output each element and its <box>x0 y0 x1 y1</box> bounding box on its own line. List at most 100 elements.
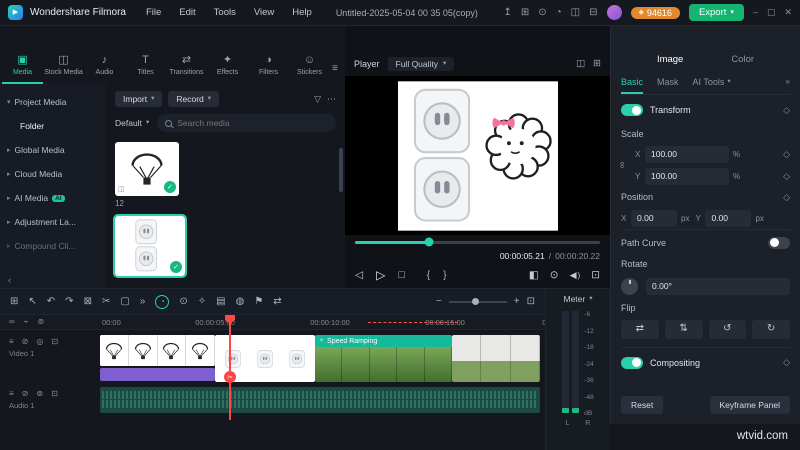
media-scrollbar[interactable] <box>339 148 343 192</box>
visibility-icon[interactable]: ◎ <box>36 338 43 346</box>
store-icon[interactable]: ⊞ <box>521 7 529 18</box>
rotate-input[interactable]: 0.00° <box>646 277 790 295</box>
scale-y-keyframe-icon[interactable]: ◇ <box>783 171 790 181</box>
compositing-toggle[interactable] <box>621 356 643 369</box>
clip-speed-ramping[interactable]: ✧ Speed Ramping <box>315 335 452 382</box>
reset-button[interactable]: Reset <box>621 396 664 414</box>
audio-clip[interactable] <box>100 387 540 413</box>
path-curve-toggle[interactable] <box>768 236 790 249</box>
compositing-keyframe-icon[interactable]: ◇ <box>783 358 790 367</box>
lock-track-icon[interactable]: ⊡ <box>51 390 58 398</box>
maximize-icon[interactable]: ▢ <box>767 8 776 17</box>
scale-x-input[interactable]: 100.00 <box>645 145 729 163</box>
zoom-out-icon[interactable]: − <box>436 296 442 307</box>
panel-overflow-icon[interactable]: » <box>786 78 790 86</box>
layout-grid-icon[interactable]: ⊞ <box>10 296 18 307</box>
delete-icon[interactable]: ⊠ <box>84 296 92 307</box>
zoom-in-icon[interactable]: + <box>514 296 520 307</box>
tab-image[interactable]: Image <box>657 54 683 65</box>
search-input[interactable] <box>177 118 328 128</box>
voiceover-icon[interactable]: ◍ <box>236 296 245 307</box>
tab-stickers[interactable]: ☺ Stickers <box>289 55 330 84</box>
seek-handle[interactable] <box>424 237 433 247</box>
subtab-basic[interactable]: Basic <box>621 70 643 94</box>
clip-color-overlay[interactable] <box>100 368 215 381</box>
transform-keyframe-icon[interactable]: ◇ <box>783 105 790 115</box>
record-track-icon[interactable]: ⊚ <box>36 390 43 398</box>
more-tools-icon[interactable]: » <box>140 296 146 307</box>
select-tool-icon[interactable]: ↖ <box>28 296 36 307</box>
close-icon[interactable]: ✕ <box>784 8 792 17</box>
subtab-ai-tools[interactable]: AI Tools ▾ <box>693 70 731 94</box>
subtab-mask[interactable]: Mask <box>657 70 679 94</box>
chroma-key-icon[interactable]: ⊙ <box>179 296 187 307</box>
menu-help[interactable]: Help <box>284 7 320 18</box>
sort-dropdown[interactable]: Default ▾ <box>115 118 149 128</box>
seek-bar[interactable] <box>355 237 600 247</box>
search-box[interactable] <box>157 114 336 132</box>
export-button[interactable]: Export ▾ <box>688 4 744 21</box>
collapse-sidebar-icon[interactable]: ‹ <box>8 276 11 285</box>
tab-stock-media[interactable]: ◫ Stock Media <box>43 55 84 84</box>
scale-x-keyframe-icon[interactable]: ◇ <box>783 149 790 159</box>
more-tabs-icon[interactable]: ≡ <box>332 64 338 84</box>
scale-y-input[interactable]: 100.00 <box>645 167 729 185</box>
sidebar-item-adjustment-layer[interactable]: ▸ Adjustment La... <box>0 210 106 234</box>
rotate-cw-button[interactable]: ↻ <box>752 319 790 339</box>
position-y-input[interactable]: 0.00 <box>705 209 752 227</box>
tab-media[interactable]: ▣ Media <box>2 55 43 84</box>
timeline-ruler[interactable]: 00:00 00:00:05:00 00:00:10:00 00:00:15:0… <box>100 315 545 329</box>
fit-timeline-icon[interactable]: ⊡ <box>527 296 535 307</box>
marker-icon[interactable]: ⚑ <box>254 296 263 307</box>
capture-icon[interactable]: ⊟ <box>589 7 597 18</box>
minimize-icon[interactable]: – <box>753 8 758 17</box>
sidebar-item-folder[interactable]: Folder <box>0 114 106 138</box>
tab-transitions[interactable]: ⇄ Transitions <box>166 55 207 84</box>
sidebar-item-global-media[interactable]: ▸ Global Media <box>0 138 106 162</box>
position-x-input[interactable]: 0.00 <box>631 209 677 227</box>
undo-icon[interactable]: ↶ <box>47 296 55 307</box>
tab-titles[interactable]: T Titles <box>125 55 166 84</box>
record-button[interactable]: Record ▾ <box>168 91 220 107</box>
redo-icon[interactable]: ↷ <box>65 296 73 307</box>
playback-quality-dropdown[interactable]: Full Quality ▾ <box>387 57 455 71</box>
link-clips-icon[interactable]: ∞ <box>9 318 15 326</box>
flip-vertical-button[interactable]: ⇅ <box>664 319 703 339</box>
tab-audio[interactable]: ♪ Audio <box>84 55 125 84</box>
filter-icon[interactable]: ▽ <box>314 94 321 104</box>
rotate-knob[interactable] <box>621 277 638 295</box>
track-menu-icon[interactable]: ≡ <box>9 390 14 398</box>
sidebar-item-compound-clip[interactable]: ▸ Compound Cli... <box>0 234 106 258</box>
menu-edit[interactable]: Edit <box>171 7 203 18</box>
playhead[interactable]: ✂ <box>224 315 236 420</box>
meter-dropdown[interactable]: Meter ▾ <box>564 294 593 304</box>
track-menu-icon[interactable]: ≡ <box>9 338 14 346</box>
tab-filters[interactable]: ◑ Filters <box>248 55 289 84</box>
sidebar-item-project-media[interactable]: ▾ Project Media <box>0 90 106 114</box>
fullscreen-button[interactable]: ⊡ <box>591 270 600 281</box>
more-options-icon[interactable]: ⋯ <box>327 94 336 104</box>
clip-parachute[interactable] <box>100 335 215 366</box>
flip-horizontal-button[interactable]: ⇄ <box>621 319 659 339</box>
previous-frame-button[interactable]: ◁ <box>355 270 363 281</box>
crop-icon[interactable]: ▢ <box>120 296 129 307</box>
points-badge[interactable]: ◆ 94616 <box>630 6 680 19</box>
preview-viewport[interactable] <box>345 76 610 235</box>
transform-toggle[interactable] <box>621 104 643 116</box>
mask-icon[interactable]: ▤ <box>216 296 225 307</box>
keyframe-panel-button[interactable]: Keyframe Panel <box>709 396 790 414</box>
snapshot-button[interactable]: ⊙ <box>550 270 559 281</box>
snap-icon[interactable]: ⊚ <box>38 318 45 326</box>
sidebar-item-ai-media[interactable]: ▸ AI Media AI <box>0 186 106 210</box>
tab-color[interactable]: Color <box>731 54 754 65</box>
magnet-icon[interactable]: ⌁ <box>24 318 29 326</box>
import-button[interactable]: Import ▾ <box>115 91 163 107</box>
mark-out-button[interactable]: } <box>443 270 447 281</box>
avatar[interactable] <box>606 5 622 20</box>
timeline-zoom-slider[interactable] <box>448 297 507 305</box>
clip-video[interactable] <box>452 335 540 382</box>
share-icon[interactable]: ↥ <box>503 7 511 18</box>
quick-split-icon[interactable]: ✂ <box>224 371 236 383</box>
notifications-icon[interactable]: ◔ <box>556 7 562 18</box>
stop-button[interactable]: □ <box>398 270 404 281</box>
